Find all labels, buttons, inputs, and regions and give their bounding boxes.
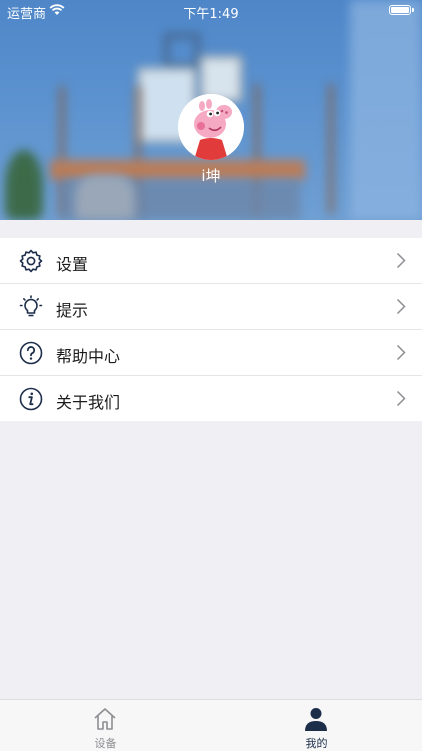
tab-mine[interactable]: 我的 xyxy=(211,700,422,751)
menu-item-label: 关于我们 xyxy=(56,393,121,412)
tab-devices[interactable]: 设备 xyxy=(0,700,211,751)
settings-menu: 设置 提示 帮助中心 关于我们 xyxy=(0,238,422,421)
chevron-right-icon xyxy=(396,344,406,361)
home-icon xyxy=(94,708,116,730)
gear-icon xyxy=(19,249,43,273)
chevron-right-icon xyxy=(396,298,406,315)
menu-item-label: 提示 xyxy=(56,301,89,320)
status-bar: 运营商 下午1:49 xyxy=(0,0,422,22)
avatar[interactable] xyxy=(178,94,244,160)
background-window xyxy=(350,0,422,220)
battery-level xyxy=(391,7,409,13)
tab-label: 设备 xyxy=(94,737,117,750)
chevron-right-icon xyxy=(396,252,406,269)
menu-item-tips[interactable]: 提示 xyxy=(0,284,422,330)
help-circle-icon xyxy=(19,341,43,365)
menu-item-about-us[interactable]: 关于我们 xyxy=(0,376,422,421)
username: i坤 xyxy=(201,167,221,185)
chevron-right-icon xyxy=(396,390,406,407)
person-icon xyxy=(305,708,327,731)
profile-header: 运营商 下午1:49 i坤 xyxy=(0,0,422,220)
menu-item-help-center[interactable]: 帮助中心 xyxy=(0,330,422,376)
menu-item-settings[interactable]: 设置 xyxy=(0,238,422,284)
tab-bar: 设备 我的 xyxy=(0,699,422,751)
status-time: 下午1:49 xyxy=(183,7,239,22)
tab-label: 我的 xyxy=(305,737,328,750)
menu-item-label: 帮助中心 xyxy=(56,347,121,366)
info-circle-icon xyxy=(19,387,43,411)
peppa-pig-avatar-icon xyxy=(178,94,244,160)
battery-icon xyxy=(389,5,414,15)
background-frame xyxy=(165,34,199,68)
lightbulb-icon xyxy=(19,295,43,317)
menu-item-label: 设置 xyxy=(56,255,89,274)
